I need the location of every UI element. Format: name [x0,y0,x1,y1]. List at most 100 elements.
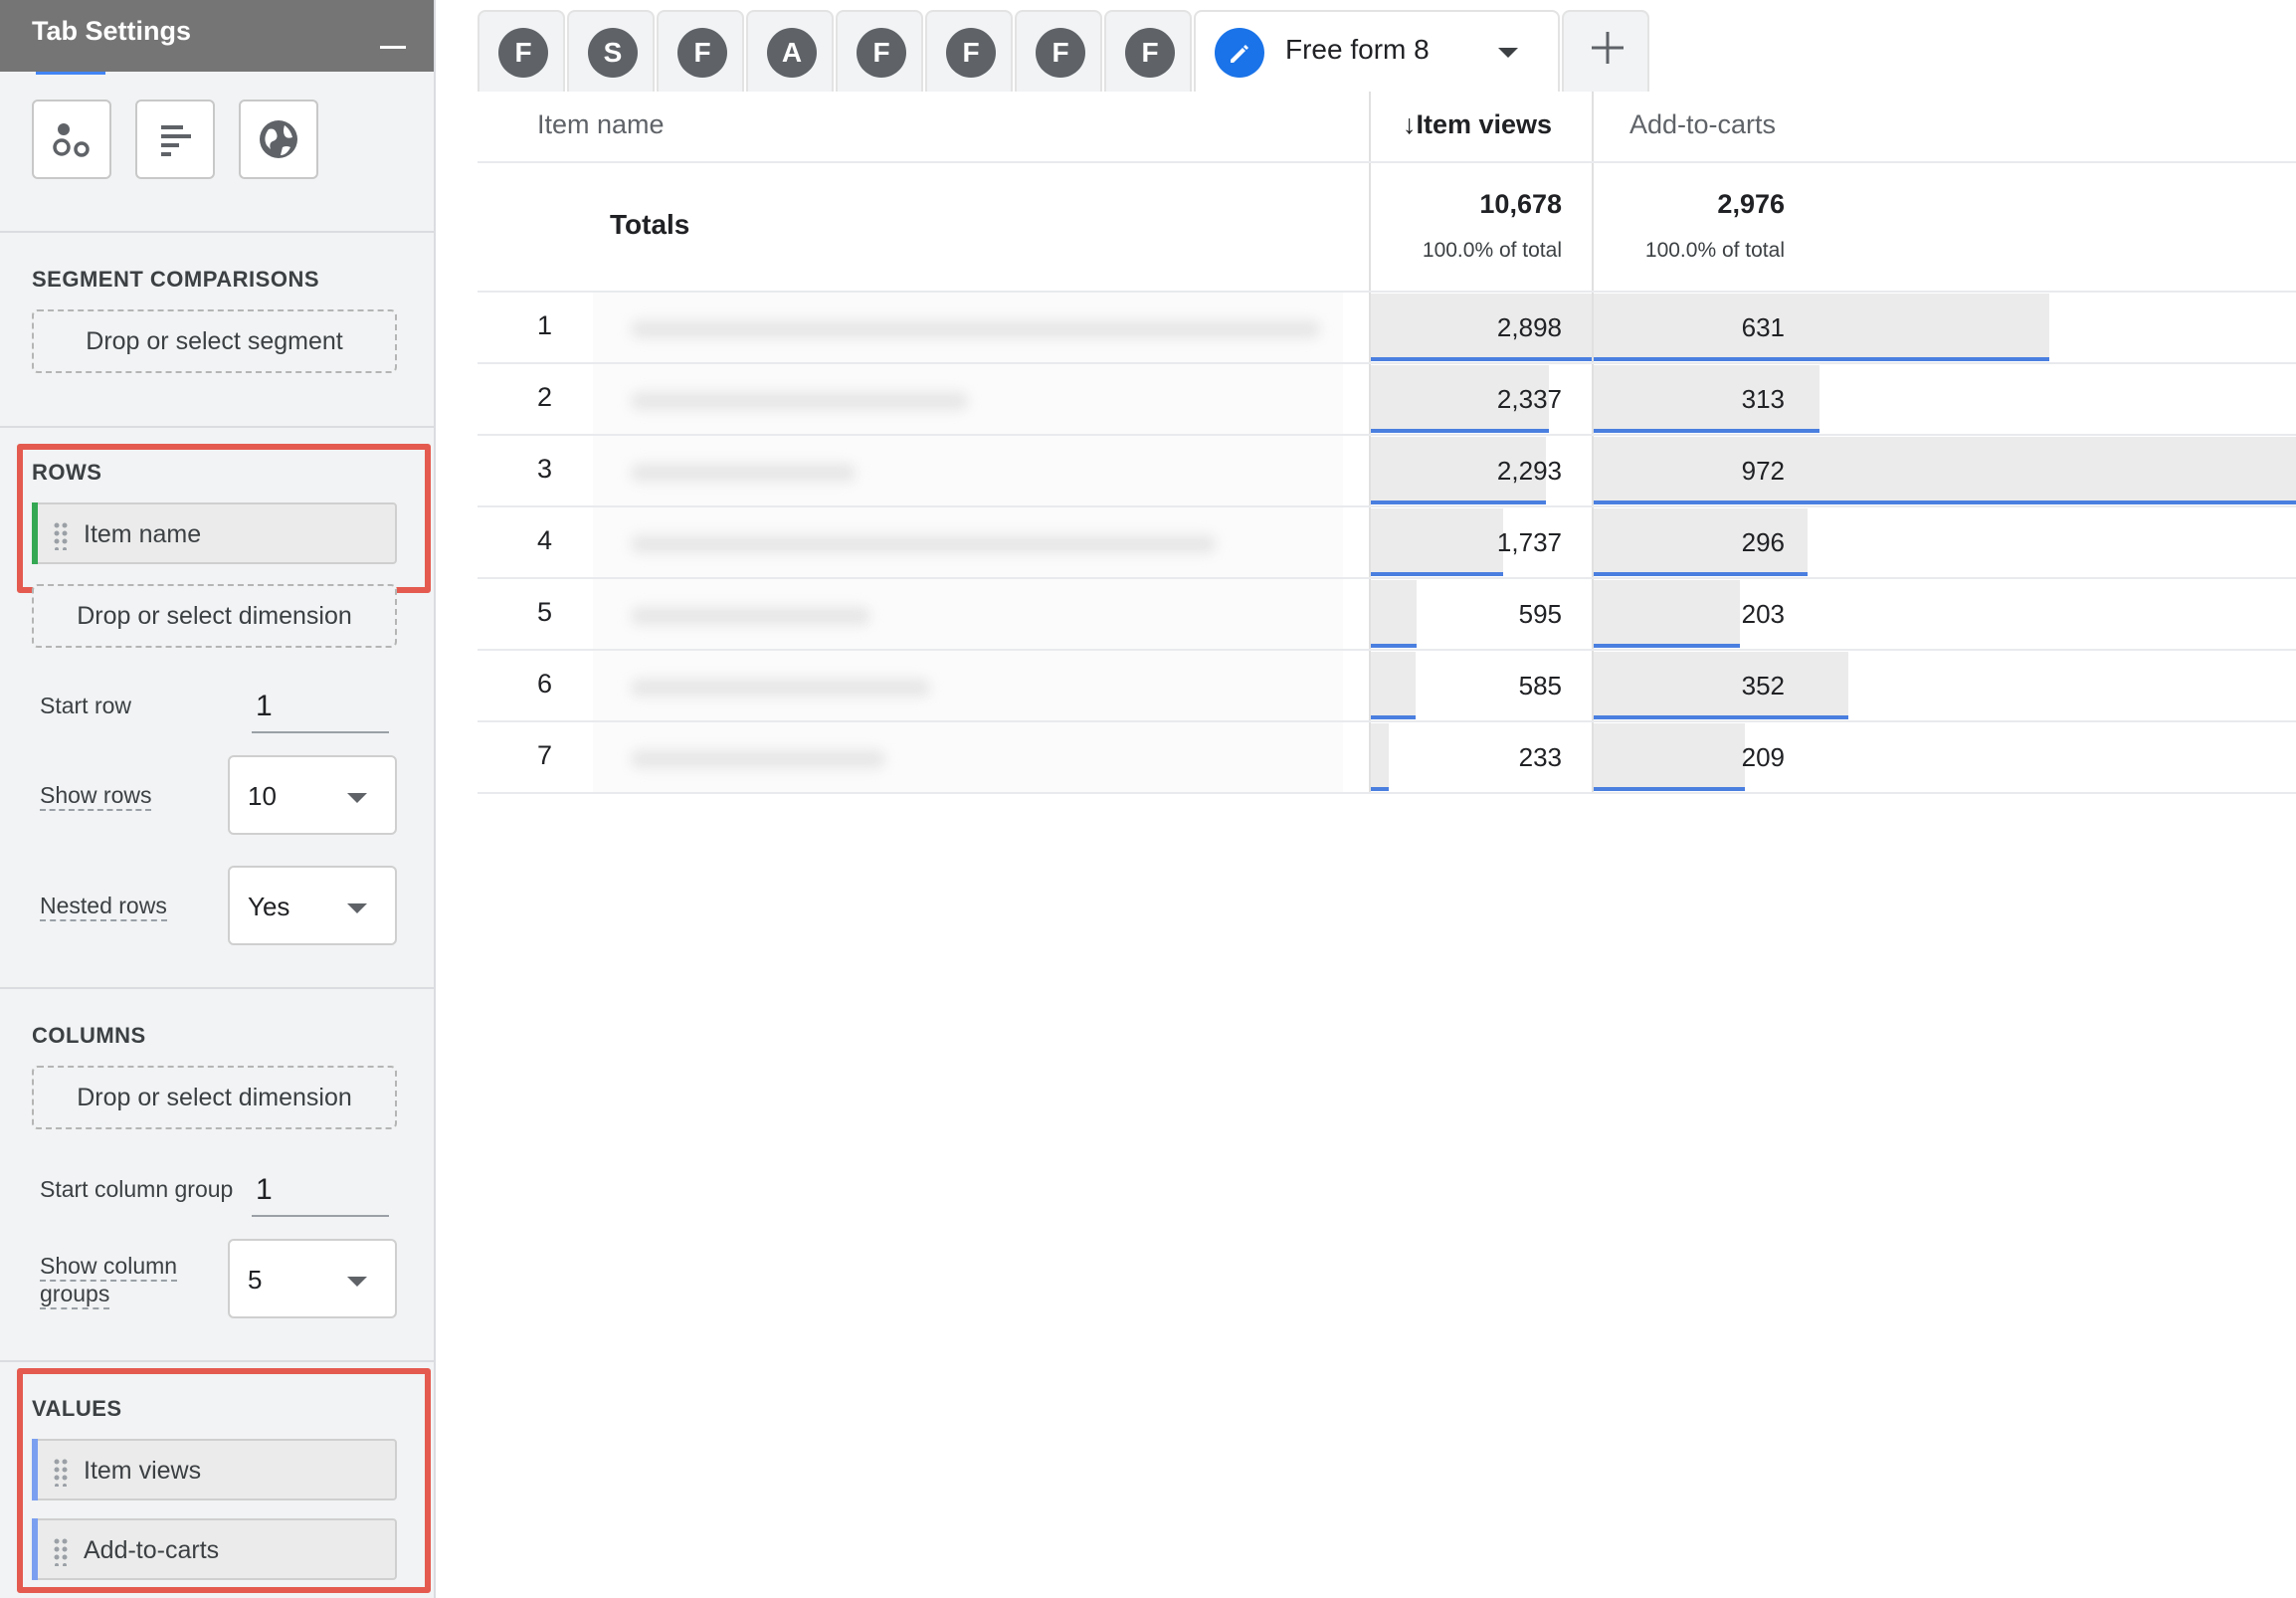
start-column-group-input[interactable]: 1 [252,1167,389,1217]
add-to-carts-value: 313 [1741,384,1785,414]
sort-down-arrow-icon: ↓ [1403,109,1417,139]
bar-underline [1371,644,1417,648]
add-to-carts-value: 203 [1741,599,1785,629]
bar-underline [1371,572,1504,576]
dropdown-caret-icon [347,793,367,803]
row-number: 6 [537,669,553,699]
tab-1[interactable]: F [478,10,565,92]
viz-bar-button[interactable] [135,100,215,179]
viz-geo-button[interactable] [239,100,318,179]
bar-underline [1594,715,1848,719]
bar-chart-icon [161,125,191,156]
globe-icon [260,120,297,158]
rows-dimension-dropzone[interactable]: Drop or select dimension [32,584,397,648]
divider [0,231,434,233]
total-item-views-pct: 100.0% of total [1422,239,1562,262]
tab-4[interactable]: A [746,10,834,92]
add-to-carts-value: 972 [1741,456,1785,486]
viz-scatter-button[interactable] [32,100,111,179]
add-tab-button[interactable] [1562,10,1649,92]
values-highlight-box [17,1368,431,1593]
tab-settings-panel: Tab Settings SEGMENT COMPARISONS Drop or… [0,0,436,1598]
item-views-value: 2,898 [1496,312,1562,342]
blurred-text [630,464,856,482]
redacted-item-name[interactable] [593,364,1343,436]
start-column-group-label: Start column group [40,1176,234,1202]
segment-dropzone[interactable]: Drop or select segment [32,309,397,373]
blurred-text [630,750,886,768]
redacted-item-name[interactable] [593,507,1343,579]
column-header-item-name[interactable]: Item name [537,109,665,140]
column-header-item-views[interactable]: ↓Item views [1403,109,1552,140]
item-views-value: 1,737 [1496,527,1562,557]
show-rows-label: Show rows [40,781,152,811]
total-add-to-carts: 2,976 [1717,189,1785,219]
show-column-groups-label-line2: groups [40,1280,110,1309]
item-views-value: 2,293 [1496,456,1562,486]
tab-initial: F [498,28,548,78]
tab-2[interactable]: S [567,10,655,92]
bar-underline [1594,572,1808,576]
show-column-groups-label-line1: Show column [40,1252,178,1282]
row-number: 5 [537,597,553,627]
redacted-item-name[interactable] [593,651,1343,722]
blurred-text [630,535,1216,553]
edit-pencil-icon[interactable] [1215,28,1264,78]
tab-initial: F [1036,28,1085,78]
tab-initial: F [857,28,906,78]
scatter-icon [53,123,90,157]
redacted-item-name[interactable] [593,722,1343,794]
total-item-views: 10,678 [1479,189,1562,219]
start-row-input[interactable]: 1 [252,684,389,733]
plus-icon [1592,32,1624,64]
blurred-text [630,392,968,410]
add-to-carts-value: 296 [1741,527,1785,557]
row-number: 4 [537,525,553,555]
bar-underline [1594,644,1741,648]
tab-initial: F [1125,28,1175,78]
segment-comparisons-title: SEGMENT COMPARISONS [32,267,320,292]
tab-dropdown-icon[interactable] [1498,48,1518,58]
add-to-carts-value: 209 [1741,742,1785,772]
item-views-value: 2,337 [1496,384,1562,414]
row-divider [478,792,2296,794]
blurred-text [630,679,931,697]
divider [0,987,434,989]
tab-free-form-8[interactable]: Free form 8 [1194,10,1560,92]
redacted-item-name[interactable] [593,293,1343,364]
show-column-groups-select[interactable]: 5 [228,1239,397,1318]
row-number: 3 [537,454,553,484]
tab-5[interactable]: F [836,10,923,92]
add-to-carts-value: 631 [1741,312,1785,342]
tab-8[interactable]: F [1104,10,1192,92]
redacted-item-name[interactable] [593,579,1343,651]
item-views-value: 595 [1518,599,1562,629]
bar-underline [1594,429,1820,433]
show-rows-value: 10 [248,781,277,811]
bar-underline [1371,357,1592,361]
column-header-add-to-carts[interactable]: Add-to-carts [1629,109,1776,140]
nested-rows-select[interactable]: Yes [228,866,397,945]
total-add-to-carts-pct: 100.0% of total [1644,239,1785,262]
columns-dimension-dropzone[interactable]: Drop or select dimension [32,1066,397,1129]
tab-6[interactable]: F [925,10,1013,92]
redacted-item-name[interactable] [593,436,1343,507]
add-to-carts-value: 352 [1741,671,1785,700]
tab-3[interactable]: F [657,10,744,92]
tab-initial: F [677,28,727,78]
show-rows-select[interactable]: 10 [228,755,397,835]
blurred-text [630,320,1321,338]
collapse-icon[interactable] [380,46,406,49]
bar-underline [1371,715,1416,719]
dropdown-caret-icon [347,903,367,913]
tab-settings-title: Tab Settings [32,16,192,46]
bar-underline [1371,429,1550,433]
divider [0,1360,434,1362]
divider [0,426,434,428]
nested-rows-label: Nested rows [40,892,167,921]
bar-underline [1594,357,2050,361]
tab-initial: S [588,28,638,78]
tab-7[interactable]: F [1015,10,1102,92]
bar-underline [1594,500,2296,504]
tab-bar: F S F A F F F F Free form 8 [478,0,2296,92]
